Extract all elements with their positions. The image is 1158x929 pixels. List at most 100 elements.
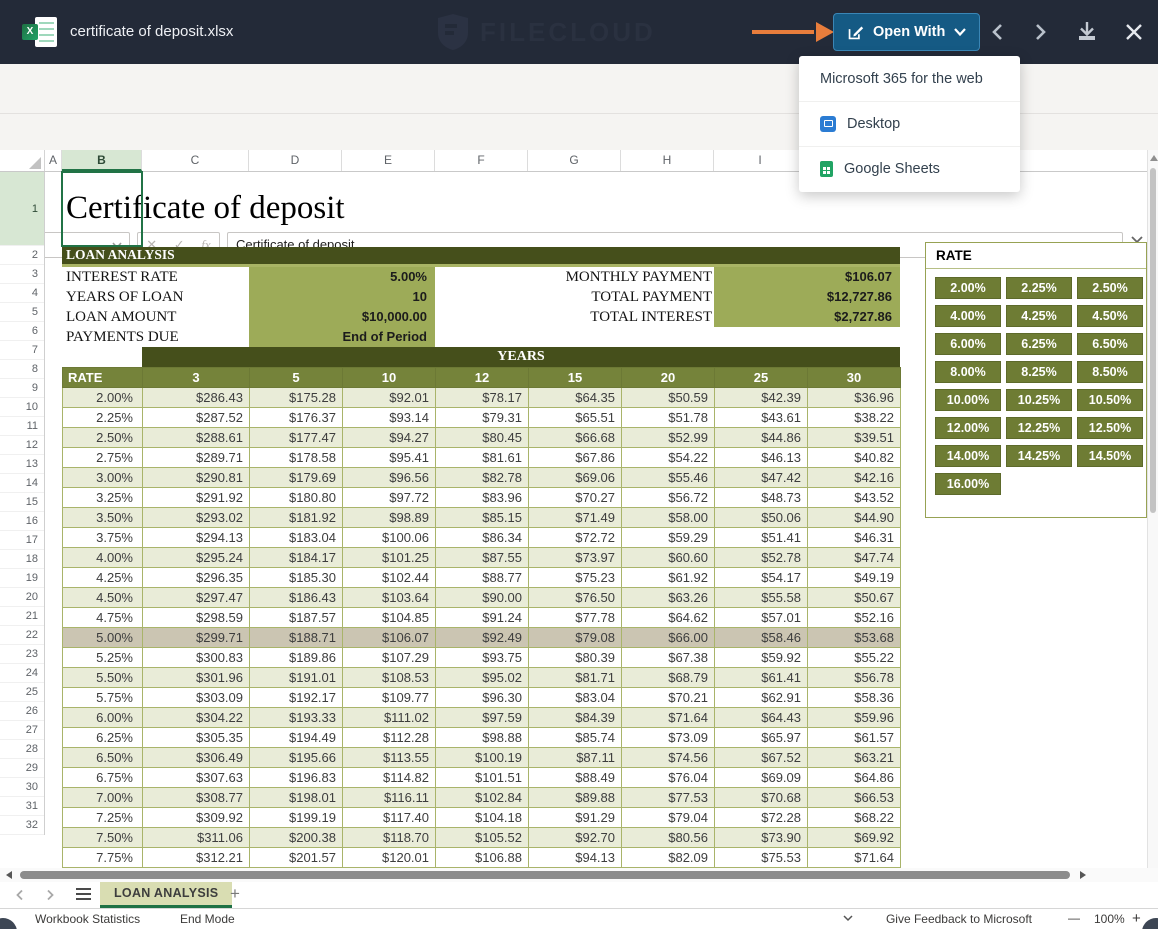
cell[interactable]: $47.74 [808, 548, 901, 568]
row-header-32[interactable]: 32 [0, 816, 44, 835]
cell[interactable]: $185.30 [250, 568, 343, 588]
cell[interactable]: 6.25% [63, 728, 143, 748]
row-header-1[interactable]: 1 [0, 172, 44, 246]
cell[interactable]: $86.34 [436, 528, 529, 548]
cell[interactable]: 6.00% [63, 708, 143, 728]
row-header-14[interactable]: 14 [0, 474, 44, 493]
cell[interactable]: $55.22 [808, 648, 901, 668]
cell[interactable]: $71.64 [808, 848, 901, 868]
rate-button-6-00[interactable]: 6.00% [935, 333, 1001, 355]
cell[interactable]: $67.52 [715, 748, 808, 768]
row-header-5[interactable]: 5 [0, 303, 44, 322]
cell[interactable]: 2.75% [63, 448, 143, 468]
cell[interactable]: $57.01 [715, 608, 808, 628]
cell[interactable]: 2.50% [63, 428, 143, 448]
close-icon[interactable] [1124, 22, 1144, 42]
row-header-7[interactable]: 7 [0, 341, 44, 360]
download-icon[interactable] [1076, 20, 1098, 44]
cell[interactable]: $95.41 [343, 448, 436, 468]
row-header-20[interactable]: 20 [0, 588, 44, 607]
cell[interactable]: $93.75 [436, 648, 529, 668]
cell[interactable]: $97.59 [436, 708, 529, 728]
row-header-4[interactable]: 4 [0, 284, 44, 303]
cell[interactable]: $96.30 [436, 688, 529, 708]
cell[interactable]: $51.78 [622, 408, 715, 428]
chevron-down-icon[interactable] [843, 915, 853, 922]
column-header-C[interactable]: C [142, 150, 249, 171]
scroll-up-icon[interactable] [1150, 155, 1158, 161]
cell[interactable]: 7.00% [63, 788, 143, 808]
cell[interactable]: $62.91 [715, 688, 808, 708]
row-header-30[interactable]: 30 [0, 778, 44, 797]
rate-button-2-00[interactable]: 2.00% [935, 277, 1001, 299]
cell[interactable]: $85.15 [436, 508, 529, 528]
cell[interactable]: $64.86 [808, 768, 901, 788]
cell[interactable]: $191.01 [250, 668, 343, 688]
row-header-16[interactable]: 16 [0, 512, 44, 531]
row-header-27[interactable]: 27 [0, 721, 44, 740]
cell[interactable]: $98.88 [436, 728, 529, 748]
cell[interactable]: $55.46 [622, 468, 715, 488]
cell[interactable]: $111.02 [343, 708, 436, 728]
row-header-28[interactable]: 28 [0, 740, 44, 759]
rate-button-16-00[interactable]: 16.00% [935, 473, 1001, 495]
horizontal-scrollbar[interactable] [0, 868, 1158, 882]
column-header-F[interactable]: F [435, 150, 528, 171]
rate-button-6-25[interactable]: 6.25% [1006, 333, 1072, 355]
cell[interactable]: $100.19 [436, 748, 529, 768]
cell[interactable]: $102.44 [343, 568, 436, 588]
cell[interactable]: $83.96 [436, 488, 529, 508]
cell[interactable]: $76.04 [622, 768, 715, 788]
cell[interactable]: $181.92 [250, 508, 343, 528]
cell[interactable]: $66.00 [622, 628, 715, 648]
cell[interactable]: $60.60 [622, 548, 715, 568]
cell[interactable]: $46.31 [808, 528, 901, 548]
rate-button-2-50[interactable]: 2.50% [1077, 277, 1143, 299]
cell[interactable]: $48.73 [715, 488, 808, 508]
cell[interactable]: 3.75% [63, 528, 143, 548]
cell[interactable]: $296.35 [143, 568, 250, 588]
scroll-left-icon[interactable] [6, 871, 12, 879]
cell[interactable]: 6.75% [63, 768, 143, 788]
cell[interactable]: $297.47 [143, 588, 250, 608]
cell[interactable]: 4.50% [63, 588, 143, 608]
cell[interactable]: $50.06 [715, 508, 808, 528]
cell[interactable]: 5.75% [63, 688, 143, 708]
cell[interactable]: $290.81 [143, 468, 250, 488]
cell[interactable]: $65.51 [529, 408, 622, 428]
cell[interactable]: $40.82 [808, 448, 901, 468]
row-header-26[interactable]: 26 [0, 702, 44, 721]
row-header-11[interactable]: 11 [0, 417, 44, 436]
cell[interactable]: $106.07 [343, 628, 436, 648]
cell[interactable]: $303.09 [143, 688, 250, 708]
cell[interactable]: $54.22 [622, 448, 715, 468]
row-header-17[interactable]: 17 [0, 531, 44, 550]
cell[interactable]: 5.50% [63, 668, 143, 688]
column-header-A[interactable]: A [45, 150, 62, 171]
cell[interactable]: $301.96 [143, 668, 250, 688]
cell[interactable]: $104.18 [436, 808, 529, 828]
cell[interactable]: $79.04 [622, 808, 715, 828]
cell[interactable]: $306.49 [143, 748, 250, 768]
cell[interactable]: $194.49 [250, 728, 343, 748]
cell[interactable]: $73.97 [529, 548, 622, 568]
cell[interactable]: $73.90 [715, 828, 808, 848]
prev-sheet-icon[interactable] [14, 889, 26, 901]
cell[interactable]: $97.72 [343, 488, 436, 508]
cell[interactable]: $69.92 [808, 828, 901, 848]
cell[interactable]: $305.35 [143, 728, 250, 748]
cell[interactable]: $101.25 [343, 548, 436, 568]
cell[interactable]: $308.77 [143, 788, 250, 808]
cell[interactable]: $92.49 [436, 628, 529, 648]
cell[interactable]: $118.70 [343, 828, 436, 848]
column-header-G[interactable]: G [528, 150, 621, 171]
cell[interactable]: $42.39 [715, 388, 808, 408]
cell[interactable]: $88.77 [436, 568, 529, 588]
cell[interactable]: 5.00% [63, 628, 143, 648]
cell[interactable]: $87.55 [436, 548, 529, 568]
cell[interactable]: $66.53 [808, 788, 901, 808]
cell[interactable]: $307.63 [143, 768, 250, 788]
cell[interactable]: $196.83 [250, 768, 343, 788]
cell[interactable]: $176.37 [250, 408, 343, 428]
menu-item-desktop[interactable]: Desktop [799, 101, 1020, 146]
